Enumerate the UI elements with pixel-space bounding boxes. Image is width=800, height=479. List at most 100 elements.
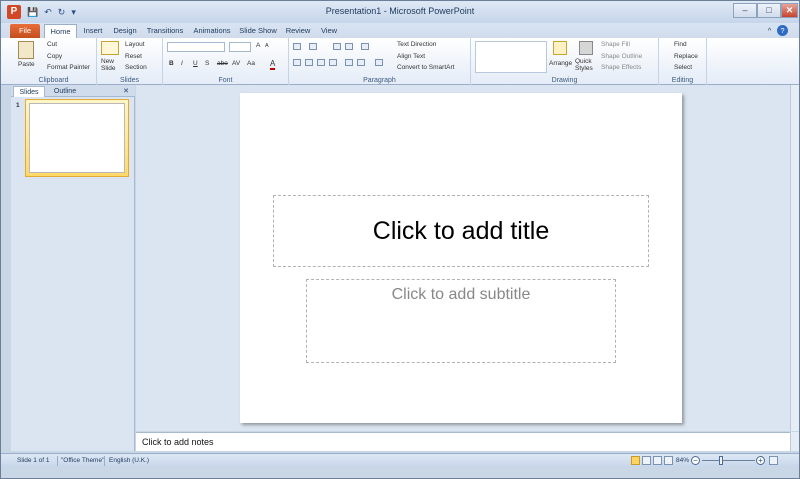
- quick-styles-button[interactable]: Quick Styles: [575, 58, 593, 72]
- font-group: A A B I U S abe AV Aa A Font: [163, 38, 289, 85]
- paste-icon[interactable]: [18, 41, 34, 59]
- normal-view-icon[interactable]: [631, 456, 640, 465]
- tab-design[interactable]: Design: [111, 24, 139, 38]
- slide-show-view-icon[interactable]: [664, 456, 673, 465]
- vertical-scrollbar[interactable]: [790, 85, 799, 431]
- shadow-button[interactable]: S: [205, 60, 209, 67]
- cut-button[interactable]: Cut: [47, 41, 57, 48]
- reset-button[interactable]: Reset: [125, 53, 142, 60]
- convert-smartart-button[interactable]: Convert to SmartArt: [397, 64, 454, 71]
- shapes-gallery[interactable]: [475, 41, 547, 73]
- tab-outline[interactable]: Outline: [47, 86, 83, 97]
- paste-button[interactable]: Paste: [18, 61, 35, 68]
- slides-label: Slides: [119, 77, 140, 84]
- shape-effects-button[interactable]: Shape Effects: [601, 64, 641, 71]
- slides-group: New Slide Layout Reset Section Slides: [97, 38, 163, 85]
- tab-home[interactable]: Home: [44, 24, 77, 38]
- section-button[interactable]: Section: [125, 64, 147, 71]
- minimize-ribbon-icon[interactable]: ^: [765, 24, 774, 38]
- text-direction-button[interactable]: Text Direction: [397, 41, 436, 48]
- arrange-button[interactable]: Arrange: [549, 60, 572, 67]
- justify-icon[interactable]: [329, 59, 337, 66]
- layout-button[interactable]: Layout: [125, 41, 145, 48]
- pane-tabs: Slides Outline ✕: [11, 85, 135, 97]
- zoom-slider-track[interactable]: [702, 460, 755, 461]
- text-direction-ltr-icon[interactable]: [345, 59, 353, 66]
- italic-button[interactable]: I: [181, 60, 183, 67]
- font-size-dropdown[interactable]: [229, 42, 251, 52]
- copy-button[interactable]: Copy: [47, 53, 62, 60]
- new-slide-icon[interactable]: [101, 41, 119, 55]
- change-case-button[interactable]: Aa: [247, 60, 255, 67]
- text-direction-rtl-icon[interactable]: [357, 59, 365, 66]
- line-spacing-icon[interactable]: [361, 43, 369, 50]
- reading-view-icon[interactable]: [653, 456, 662, 465]
- language-indicator[interactable]: English (U.K.): [109, 455, 149, 467]
- align-left-icon[interactable]: [293, 59, 301, 66]
- slide-sorter-view-icon[interactable]: [642, 456, 651, 465]
- increase-indent-icon[interactable]: [345, 43, 353, 50]
- find-button[interactable]: Find: [674, 41, 687, 48]
- title-placeholder[interactable]: Click to add title: [273, 195, 649, 267]
- theme-name[interactable]: "Office Theme": [61, 455, 104, 467]
- zoom-out-button[interactable]: −: [691, 456, 700, 465]
- shrink-font-button[interactable]: A: [265, 43, 269, 49]
- tab-view[interactable]: View: [318, 24, 340, 38]
- zoom-level[interactable]: 84%: [676, 455, 689, 467]
- zoom-in-button[interactable]: +: [756, 456, 765, 465]
- new-slide-button[interactable]: New Slide: [101, 58, 121, 72]
- select-button[interactable]: Select: [674, 64, 692, 71]
- tab-file[interactable]: File: [10, 24, 40, 38]
- ribbon-tabs: File Home Insert Design Transitions Anim…: [1, 23, 799, 38]
- window-title: Presentation1 - Microsoft PowerPoint: [325, 6, 475, 16]
- tab-slide-show[interactable]: Slide Show: [239, 24, 277, 38]
- font-label: Font: [218, 77, 233, 84]
- underline-button[interactable]: U: [193, 60, 198, 67]
- bullets-icon[interactable]: [293, 43, 301, 50]
- character-spacing-button[interactable]: AV: [232, 60, 240, 67]
- tab-review[interactable]: Review: [285, 24, 311, 38]
- powerpoint-window: P 💾 ↶ ↻ ▾ Presentation1 - Microsoft Powe…: [0, 0, 800, 479]
- align-center-icon[interactable]: [305, 59, 313, 66]
- close-button[interactable]: ✕: [781, 3, 798, 18]
- notes-pane[interactable]: Click to add notes: [136, 432, 790, 451]
- arrange-icon[interactable]: [553, 41, 567, 55]
- slide-canvas[interactable]: Click to add title Click to add subtitle: [240, 93, 682, 423]
- title-bar: P 💾 ↶ ↻ ▾ Presentation1 - Microsoft Powe…: [1, 1, 799, 23]
- shape-fill-button[interactable]: Shape Fill: [601, 41, 630, 48]
- font-color-button[interactable]: A: [270, 59, 276, 70]
- paragraph-label: Paragraph: [363, 77, 396, 84]
- bold-button[interactable]: B: [169, 60, 174, 67]
- align-right-icon[interactable]: [317, 59, 325, 66]
- fit-slide-icon[interactable]: [769, 456, 778, 465]
- grow-font-button[interactable]: A: [256, 42, 260, 49]
- shape-outline-button[interactable]: Shape Outline: [601, 53, 642, 60]
- slide-thumbnail-canvas: [29, 103, 125, 173]
- tab-insert[interactable]: Insert: [80, 24, 106, 38]
- align-text-button[interactable]: Align Text: [397, 53, 425, 60]
- slides-pane: Slides Outline ✕ 1: [11, 85, 135, 451]
- notes-scrollbar[interactable]: [790, 432, 799, 451]
- subtitle-placeholder[interactable]: Click to add subtitle: [306, 279, 616, 363]
- quick-styles-icon[interactable]: [579, 41, 593, 55]
- strikethrough-button[interactable]: abe: [217, 60, 228, 67]
- slide-editing-area: Click to add title Click to add subtitle: [136, 85, 790, 431]
- tab-slides[interactable]: Slides: [13, 86, 45, 97]
- editing-label: Editing: [671, 77, 694, 84]
- drawing-group: Arrange Quick Styles Shape Fill Shape Ou…: [471, 38, 659, 85]
- clipboard-label: Clipboard: [38, 77, 69, 84]
- tab-transitions[interactable]: Transitions: [145, 24, 185, 38]
- decrease-indent-icon[interactable]: [333, 43, 341, 50]
- numbering-icon[interactable]: [309, 43, 317, 50]
- help-icon[interactable]: ?: [777, 25, 788, 36]
- font-name-dropdown[interactable]: [167, 42, 225, 52]
- format-painter-button[interactable]: Format Painter: [47, 64, 90, 71]
- minimize-button[interactable]: –: [733, 3, 757, 18]
- close-pane-button[interactable]: ✕: [121, 86, 131, 97]
- paragraph-group: Text Direction Align Text Convert to Sma…: [289, 38, 471, 85]
- tab-animations[interactable]: Animations: [192, 24, 232, 38]
- replace-button[interactable]: Replace: [674, 53, 698, 60]
- zoom-slider-thumb[interactable]: [719, 456, 723, 465]
- columns-icon[interactable]: [375, 59, 383, 66]
- slide-thumbnail[interactable]: [25, 99, 129, 177]
